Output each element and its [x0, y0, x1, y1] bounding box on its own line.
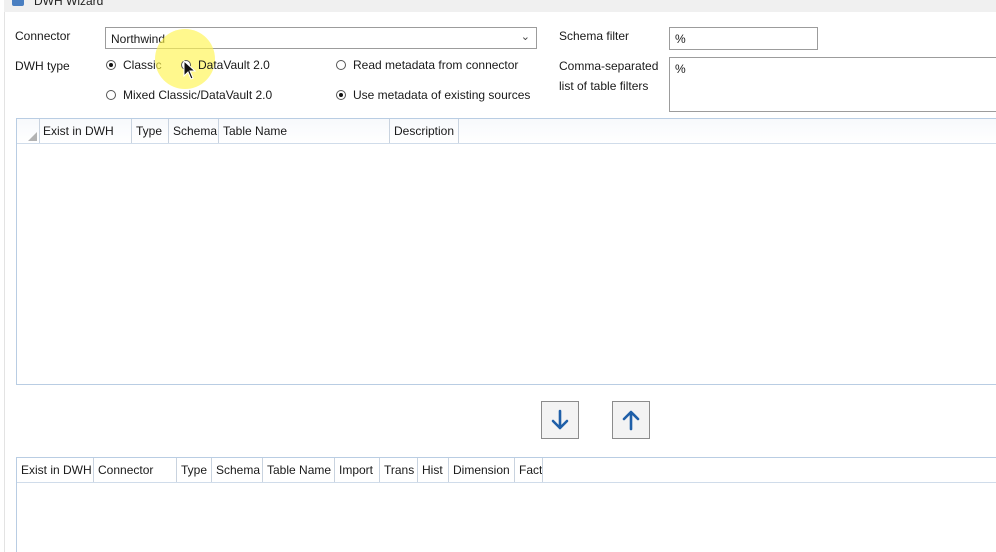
arrow-down-icon	[551, 409, 569, 430]
schema-filter-input[interactable]: %	[669, 27, 818, 50]
corner-triangle-icon	[28, 132, 37, 141]
target-grid-header: Exist in DWH Connector Type Schema Table…	[17, 458, 996, 483]
radio-read-metadata-label: Read metadata from connector	[353, 58, 519, 72]
column-header-connector[interactable]: Connector	[94, 458, 177, 482]
column-header-description[interactable]: Description	[390, 119, 459, 143]
radio-use-existing-metadata-label: Use metadata of existing sources	[353, 88, 531, 102]
source-grid-header: Exist in DWH Type Schema Table Name Desc…	[17, 119, 996, 144]
target-tables-grid[interactable]: Exist in DWH Connector Type Schema Table…	[16, 457, 996, 552]
column-header-exist-in-dwh[interactable]: Exist in DWH	[39, 119, 132, 143]
radio-datavault-label: DataVault 2.0	[198, 58, 270, 72]
move-down-button[interactable]	[541, 401, 579, 439]
column-header-table-name[interactable]: Table Name	[219, 119, 390, 143]
column-header-dimension[interactable]: Dimension	[449, 458, 515, 482]
table-filters-textarea[interactable]: %	[669, 57, 996, 112]
radio-unselected-indicator	[336, 60, 346, 70]
background-window-edge	[0, 0, 5, 552]
table-filters-label-line2: list of table filters	[559, 79, 649, 93]
radio-classic[interactable]: Classic	[106, 57, 162, 73]
select-all-corner[interactable]	[17, 119, 40, 143]
radio-selected-indicator	[336, 90, 346, 100]
app-icon	[12, 0, 24, 6]
arrow-up-icon	[622, 410, 640, 431]
connector-value: Northwind	[111, 32, 166, 46]
radio-use-existing-metadata[interactable]: Use metadata of existing sources	[336, 87, 530, 103]
chevron-down-icon: ⌄	[520, 31, 530, 43]
column-header-exist-in-dwh[interactable]: Exist in DWH	[17, 458, 94, 482]
table-filters-label-line1: Comma-separated	[559, 59, 659, 73]
column-header-type[interactable]: Type	[132, 119, 169, 143]
column-header-schema[interactable]: Schema	[169, 119, 219, 143]
column-header-import[interactable]: Import	[335, 458, 380, 482]
column-header-table-name[interactable]: Table Name	[263, 458, 335, 482]
radio-mixed[interactable]: Mixed Classic/DataVault 2.0	[106, 87, 272, 103]
connector-label: Connector	[15, 29, 71, 43]
column-header-schema[interactable]: Schema	[212, 458, 263, 482]
radio-selected-indicator	[106, 60, 116, 70]
column-header-trans[interactable]: Trans	[380, 458, 418, 482]
radio-unselected-indicator	[106, 90, 116, 100]
schema-filter-label: Schema filter	[559, 29, 630, 43]
title-bar: DWH Wizard	[4, 0, 996, 12]
mouse-cursor-icon	[183, 60, 197, 80]
move-up-button[interactable]	[612, 401, 650, 439]
column-header-hist[interactable]: Hist	[418, 458, 449, 482]
radio-read-metadata[interactable]: Read metadata from connector	[336, 57, 518, 73]
column-header-fact[interactable]: Fact	[515, 458, 543, 482]
window-title: DWH Wizard	[34, 0, 104, 8]
dwh-type-label: DWH type	[15, 59, 70, 73]
radio-mixed-label: Mixed Classic/DataVault 2.0	[123, 88, 273, 102]
column-header-type[interactable]: Type	[177, 458, 212, 482]
source-tables-grid[interactable]: Exist in DWH Type Schema Table Name Desc…	[16, 118, 996, 385]
